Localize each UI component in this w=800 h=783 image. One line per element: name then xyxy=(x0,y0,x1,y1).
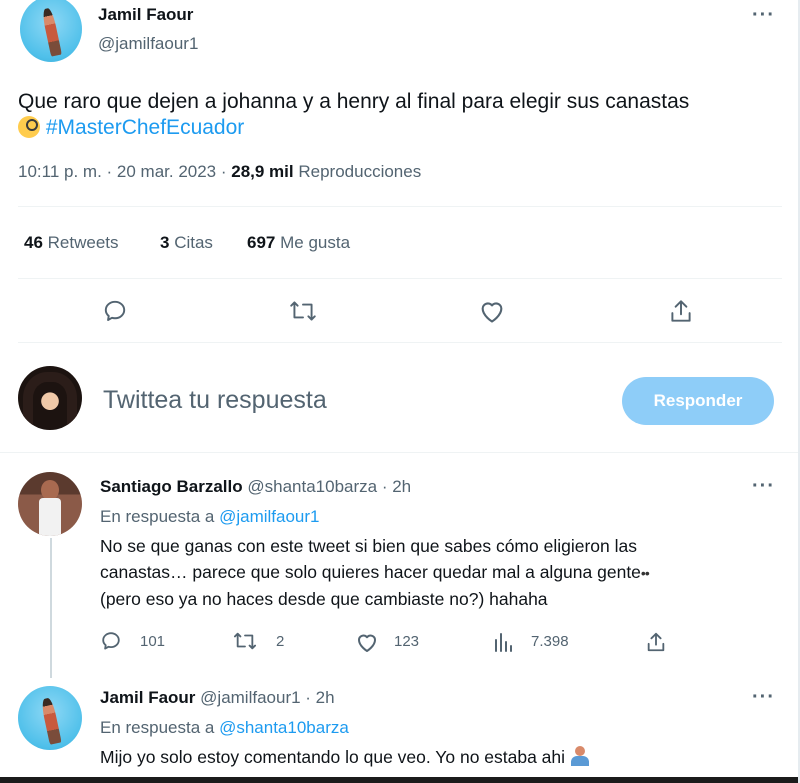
in-reply-to-link[interactable]: @jamilfaour1 xyxy=(219,507,319,526)
views-count: 28,9 mil xyxy=(231,162,294,181)
divider xyxy=(18,342,782,343)
in-reply-to: En respuesta a @shanta10barza xyxy=(100,718,349,738)
quotes-label: Citas xyxy=(174,233,213,252)
divider xyxy=(18,206,782,207)
retweets-label: Retweets xyxy=(47,233,119,252)
tweet-meta: 10:11 p. m. · 20 mar. 2023 · 28,9 mil Re… xyxy=(18,162,421,182)
like-icon[interactable] xyxy=(478,298,506,324)
in-reply-to-link[interactable]: @shanta10barza xyxy=(219,718,349,737)
divider xyxy=(0,452,798,453)
more-options-icon[interactable]: ··· xyxy=(752,4,775,27)
compose-reply-input[interactable]: Twittea tu respuesta xyxy=(103,386,327,415)
reply-header: Jamil Faour @jamilfaour1 · 2h xyxy=(100,688,335,708)
more-options-icon[interactable]: ··· xyxy=(752,686,775,709)
quotes-count: 3 xyxy=(160,233,170,252)
reply-text-line2: canastas… parece que solo quieres hacer … xyxy=(100,562,650,583)
eyes-icon: •• xyxy=(640,565,650,581)
in-reply-to-prefix: En respuesta a xyxy=(100,718,220,737)
retweets-stat[interactable]: 46 Retweets xyxy=(24,233,119,253)
like-count: 123 xyxy=(394,633,420,650)
reply-icon[interactable] xyxy=(100,630,122,652)
reply-text-line1: No se que ganas con este tweet si bien q… xyxy=(100,536,637,556)
reply-author-avatar[interactable] xyxy=(18,472,82,536)
reply-count: 101 xyxy=(140,633,166,650)
author-avatar[interactable] xyxy=(20,0,82,62)
tweet-text-line1: Que raro que dejen a johanna y a henry a… xyxy=(18,90,690,113)
share-icon[interactable] xyxy=(668,297,694,325)
more-options-icon[interactable]: ··· xyxy=(752,475,775,498)
view-count: 7.398 xyxy=(531,633,569,650)
retweets-count: 46 xyxy=(24,233,43,252)
monocle-face-icon xyxy=(18,116,40,138)
share-icon[interactable] xyxy=(645,630,667,654)
reply-text-line3: (pero eso ya no haces desde que cambiast… xyxy=(100,589,548,609)
author-name[interactable]: Jamil Faour xyxy=(98,5,193,25)
hashtag-link[interactable]: #MasterChefEcuador xyxy=(46,116,244,139)
thread-connector-line xyxy=(50,538,52,678)
tweet-detail-view: Jamil Faour @jamilfaour1 ··· Que raro qu… xyxy=(0,0,800,783)
views-icon[interactable] xyxy=(493,631,513,653)
reply-text-line2-content: canastas… parece que solo quieres hacer … xyxy=(100,562,641,582)
reply-icon[interactable] xyxy=(102,298,128,324)
views-label: Reproducciones xyxy=(298,162,422,181)
retweet-count: 2 xyxy=(276,633,285,650)
reply-submit-button[interactable]: Responder xyxy=(622,377,774,425)
like-icon[interactable] xyxy=(355,631,379,653)
quotes-stat[interactable]: 3 Citas xyxy=(160,233,213,253)
reply-author-handle[interactable]: @jamilfaour1 · 2h xyxy=(200,688,334,707)
author-handle[interactable]: @jamilfaour1 xyxy=(98,34,198,54)
retweet-icon[interactable] xyxy=(288,298,318,324)
reply-author-name[interactable]: Santiago Barzallo xyxy=(100,477,243,496)
retweet-icon[interactable] xyxy=(232,630,258,652)
divider xyxy=(18,278,782,279)
reply-author-avatar[interactable] xyxy=(18,686,82,750)
current-user-avatar[interactable] xyxy=(18,366,82,430)
window-bottom-edge xyxy=(0,777,798,783)
reply-author-name[interactable]: Jamil Faour xyxy=(100,688,195,707)
in-reply-to: En respuesta a @jamilfaour1 xyxy=(100,507,319,527)
likes-stat[interactable]: 697 Me gusta xyxy=(247,233,350,253)
likes-count: 697 xyxy=(247,233,276,252)
reply-text: Mijo yo solo estoy comentando lo que veo… xyxy=(100,746,590,768)
reply-header: Santiago Barzallo @shanta10barza · 2h xyxy=(100,477,411,497)
likes-label: Me gusta xyxy=(280,233,351,252)
tweet-timestamp[interactable]: 10:11 p. m. · 20 mar. 2023 · xyxy=(18,162,231,181)
reply-author-handle[interactable]: @shanta10barza · 2h xyxy=(247,477,411,496)
in-reply-to-prefix: En respuesta a xyxy=(100,507,220,526)
tweet-text-second-line: #MasterChefEcuador xyxy=(18,114,244,142)
person-shrugging-icon xyxy=(570,746,590,766)
reply-text-line1: Mijo yo solo estoy comentando lo que veo… xyxy=(100,747,566,767)
tweet-text: Que raro que dejen a johanna y a henry a… xyxy=(18,88,689,116)
